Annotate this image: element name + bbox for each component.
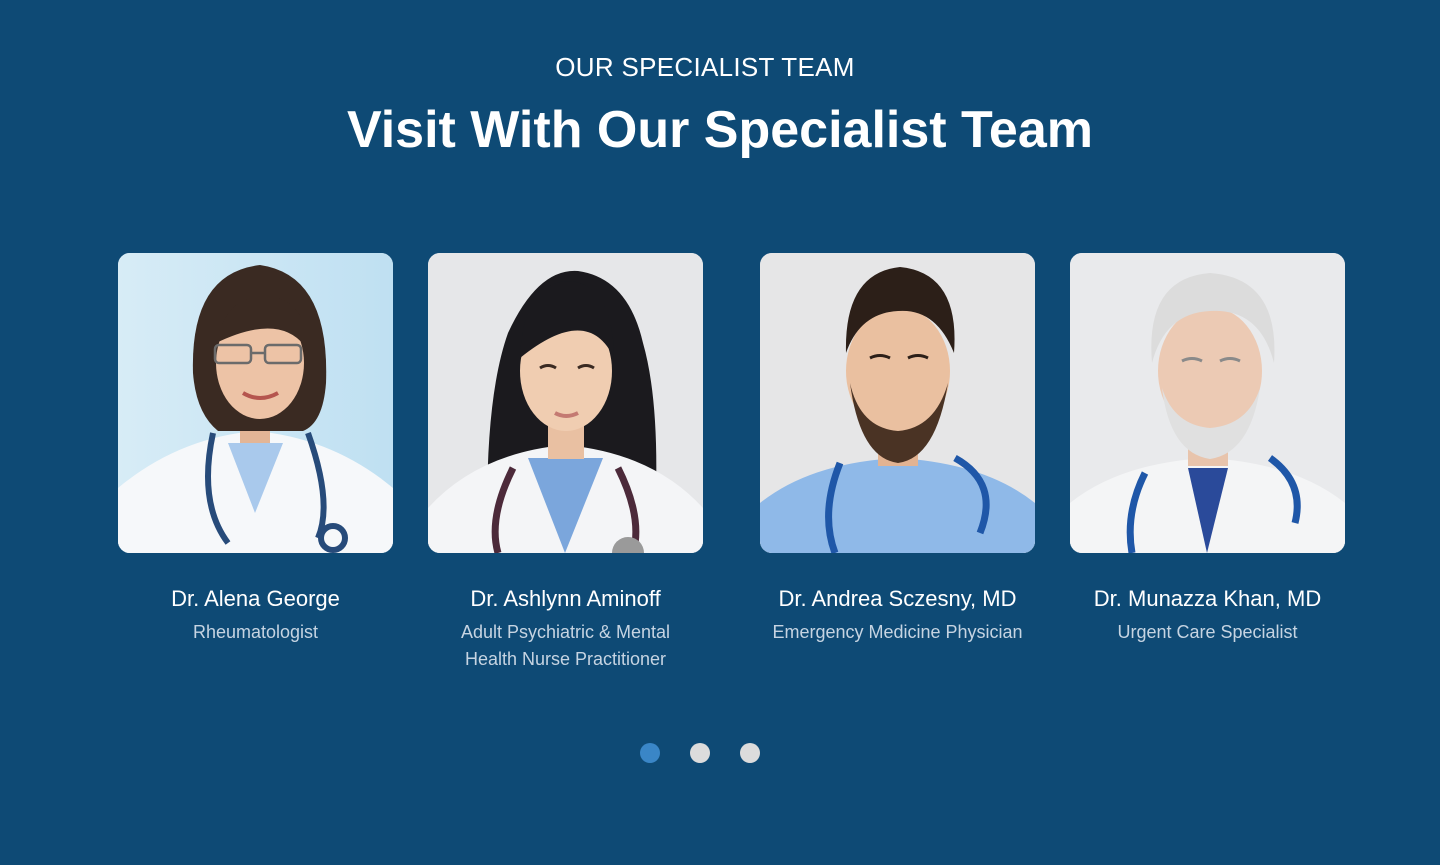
doctor-card[interactable]: Dr. Munazza Khan, MD Urgent Care Special…	[1070, 253, 1345, 646]
doctor-photo-man-icon	[760, 253, 1035, 553]
doctor-role: Rheumatologist	[192, 622, 319, 642]
doctor-name[interactable]: Dr. Andrea Sczesny, MD	[760, 585, 1035, 613]
doctor-role: Adult Psychiatric & Mental Health Nurse …	[460, 622, 671, 669]
carousel-dot-2[interactable]	[690, 743, 710, 763]
doctor-card[interactable]: Dr. Ashlynn Aminoff Adult Psychiatric & …	[428, 253, 703, 673]
doctor-card[interactable]: Dr. Alena George Rheumatologist	[118, 253, 393, 646]
specialist-team-section: OUR SPECIALIST TEAM Visit With Our Speci…	[0, 0, 1440, 865]
section-eyebrow: OUR SPECIALIST TEAM	[555, 52, 855, 82]
carousel-dot-3[interactable]	[740, 743, 760, 763]
doctor-name[interactable]: Dr. Alena George	[118, 585, 393, 613]
doctor-card[interactable]: Dr. Andrea Sczesny, MD Emergency Medicin…	[760, 253, 1035, 646]
doctor-photo	[428, 253, 703, 553]
doctor-photo-woman-icon	[118, 253, 393, 553]
doctor-photo	[118, 253, 393, 553]
doctor-photo	[760, 253, 1035, 553]
doctor-photo	[1070, 253, 1345, 553]
doctor-role: Emergency Medicine Physician	[772, 622, 1023, 642]
carousel-pagination	[640, 743, 760, 763]
doctor-photo-man-icon	[1070, 253, 1345, 553]
doctor-photo-woman-icon	[428, 253, 703, 553]
section-title: Visit With Our Specialist Team	[346, 101, 1094, 159]
doctor-role: Urgent Care Specialist	[1117, 622, 1298, 642]
doctor-name[interactable]: Dr. Munazza Khan, MD	[1070, 585, 1345, 613]
doctor-name[interactable]: Dr. Ashlynn Aminoff	[428, 585, 703, 613]
carousel-dot-1[interactable]	[640, 743, 660, 763]
